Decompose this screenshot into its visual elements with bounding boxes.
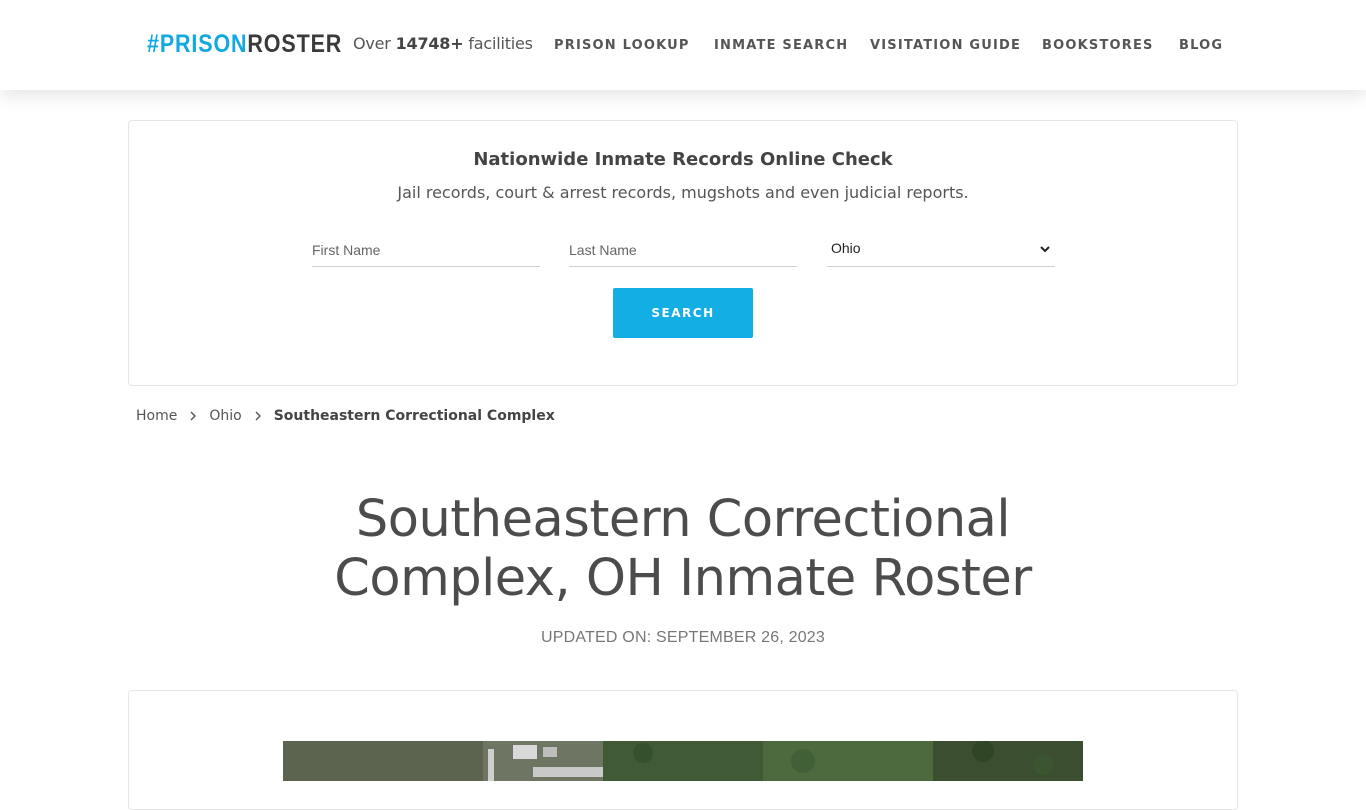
updated-date: UPDATED ON: SEPTEMBER 26, 2023 [540,629,825,646]
page-title: Southeastern Correctional Complex, OH In… [283,490,1083,608]
inmate-search-card: Nationwide Inmate Records Online Check J… [128,120,1238,386]
search-button[interactable]: SEARCH [613,288,753,338]
site-header: #PRISONROSTER Over 14748+ facilities PRI… [0,0,1366,90]
breadcrumb-state[interactable]: Ohio [209,408,241,424]
nav-prison-lookup[interactable]: PRISON LOOKUP [554,38,690,53]
search-card-subtitle: Jail records, court & arrest records, mu… [397,183,969,202]
chevron-right-icon [255,411,261,421]
logo-prison: PRISON [159,30,248,58]
facilities-suffix: facilities [468,34,533,53]
chevron-down-icon [1040,246,1050,253]
logo-hash: # [147,30,160,58]
nav-visitation-guide[interactable]: VISITATION GUIDE [870,38,1021,53]
aerial-map-image [283,741,1083,781]
breadcrumb-home[interactable]: Home [136,408,177,424]
site-logo[interactable]: #PRISONROSTER [147,29,342,59]
first-name-input[interactable] [312,233,540,267]
chevron-right-icon [190,411,197,421]
breadcrumb-current: Southeastern Correctional Complex [273,408,555,424]
nav-blog[interactable]: BLOG [1179,38,1223,53]
facility-aerial-map [283,741,1083,781]
breadcrumb: Home Ohio Southeastern Correctional Comp… [136,408,555,424]
state-select-value: Ohio [831,240,861,256]
facilities-number: 14748+ [395,34,464,53]
nav-inmate-search[interactable]: INMATE SEARCH [714,38,848,53]
state-select[interactable]: Ohio [827,233,1055,267]
facilities-count: Over 14748+ facilities [353,34,533,53]
logo-roster: ROSTER [247,30,343,58]
facilities-prefix: Over [353,34,391,53]
page-title-line1: Southeastern Correctional [355,490,1011,549]
nav-bookstores[interactable]: BOOKSTORES [1042,38,1154,53]
page-title-line2: Complex, OH Inmate Roster [334,549,1032,608]
last-name-input[interactable] [569,233,797,267]
search-card-title: Nationwide Inmate Records Online Check [473,149,893,170]
